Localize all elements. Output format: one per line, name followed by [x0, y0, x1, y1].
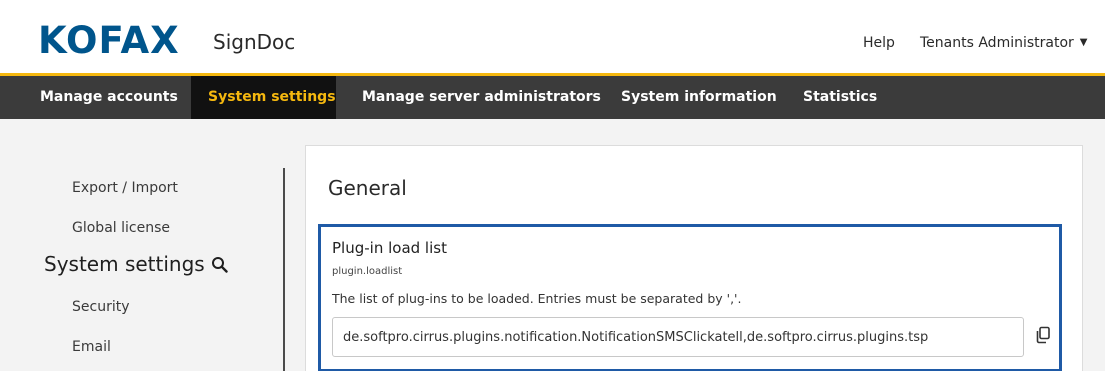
user-menu[interactable]: Tenants Administrator ▼ [920, 33, 1087, 53]
sidebar-divider [283, 168, 285, 371]
sidebar-item-export-import[interactable]: Export / Import [72, 178, 178, 198]
nav-system-information[interactable]: System information [621, 76, 777, 119]
nav-manage-accounts[interactable]: Manage accounts [40, 76, 178, 119]
plugin-loadlist-input[interactable] [332, 317, 1024, 357]
sidebar-heading-label: System settings [44, 252, 205, 276]
sidebar-item-email[interactable]: Email [72, 337, 111, 357]
search-icon[interactable] [211, 256, 228, 273]
setting-plugin-loadlist: Plug-in load list plugin.loadlist The li… [318, 224, 1062, 371]
copy-icon[interactable] [1033, 325, 1053, 345]
caret-down-icon: ▼ [1079, 37, 1088, 48]
app-header: KOFAX SignDoc Help Tenants Administrator… [0, 0, 1105, 76]
setting-key: plugin.loadlist [332, 266, 403, 277]
setting-description: The list of plug-ins to be loaded. Entri… [332, 291, 742, 306]
nav-system-settings[interactable]: System settings [191, 76, 336, 119]
settings-card: General Plug-in load list plugin.loadlis… [305, 145, 1083, 371]
sidebar-heading: System settings [44, 250, 228, 278]
help-link[interactable]: Help [863, 33, 895, 53]
nav-statistics[interactable]: Statistics [803, 76, 877, 119]
product-name: SignDoc [213, 30, 296, 54]
kofax-logo: KOFAX [38, 19, 180, 62]
main-nav: Manage accounts System settings Manage s… [0, 76, 1105, 119]
setting-title: Plug-in load list [332, 239, 447, 257]
user-menu-label: Tenants Administrator [920, 35, 1074, 51]
nav-manage-server-administrators[interactable]: Manage server administrators [362, 76, 601, 119]
sidebar-item-security[interactable]: Security [72, 297, 130, 317]
section-title: General [328, 176, 407, 200]
sidebar-item-global-license[interactable]: Global license [72, 218, 170, 238]
